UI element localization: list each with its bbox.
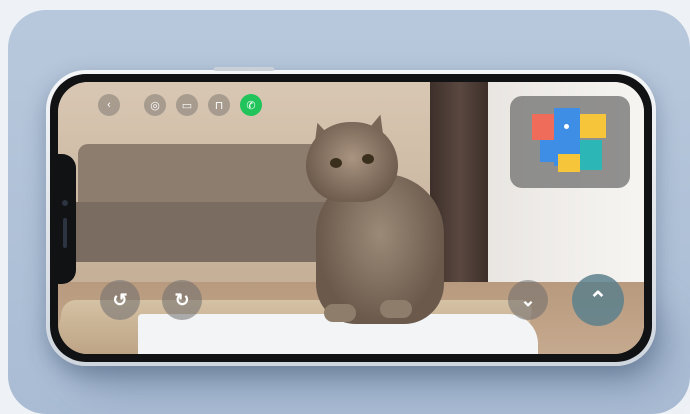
phone-side-button (214, 67, 274, 71)
map-room-red (532, 114, 554, 140)
record-video-icon: ▭ (181, 99, 193, 112)
rotate-left-button[interactable]: ↺ (100, 280, 140, 320)
cat-paw-left (324, 304, 356, 322)
call-icon: ✆ (246, 99, 256, 112)
rotate-left-icon: ↺ (112, 289, 128, 310)
cat-eye-left (330, 158, 342, 168)
robot-position-dot (564, 124, 569, 129)
chevron-down-icon: ⌄ (520, 289, 536, 310)
chevron-up-icon: ⌃ (588, 287, 608, 312)
map-room-yellow-bottom (558, 154, 580, 172)
robot-icon: ⊓ (214, 99, 224, 112)
back-icon: ‹ (107, 99, 111, 111)
robot-button[interactable]: ⊓ (208, 94, 230, 116)
map-room-blue-small (540, 140, 554, 162)
phone-bezel: ‹ ◎ ▭ ⊓ ✆ ↺ ↻ ⌄ ⌃ (50, 74, 652, 362)
camera-feed: ‹ ◎ ▭ ⊓ ✆ ↺ ↻ ⌄ ⌃ (58, 82, 644, 354)
back-button[interactable]: ‹ (98, 94, 120, 116)
rotate-right-icon: ↻ (174, 289, 190, 310)
settings-button[interactable]: ◎ (144, 94, 166, 116)
move-down-button[interactable]: ⌄ (508, 280, 548, 320)
cat-head (306, 122, 398, 202)
room-map-thumbnail[interactable] (510, 96, 630, 188)
earpiece-speaker (63, 218, 67, 248)
call-button[interactable]: ✆ (240, 94, 262, 116)
map-room-teal (580, 140, 602, 170)
rotate-right-button[interactable]: ↻ (162, 280, 202, 320)
phone-notch (54, 154, 76, 284)
front-camera (62, 200, 68, 206)
phone-frame: ‹ ◎ ▭ ⊓ ✆ ↺ ↻ ⌄ ⌃ (46, 67, 656, 366)
cat-eye-right (362, 154, 374, 164)
move-up-button[interactable]: ⌃ (572, 274, 624, 326)
record-video-button[interactable]: ▭ (176, 94, 198, 116)
cat-paw-right (380, 300, 412, 318)
settings-icon: ◎ (150, 99, 160, 112)
map-room-yellow-top (580, 114, 606, 138)
